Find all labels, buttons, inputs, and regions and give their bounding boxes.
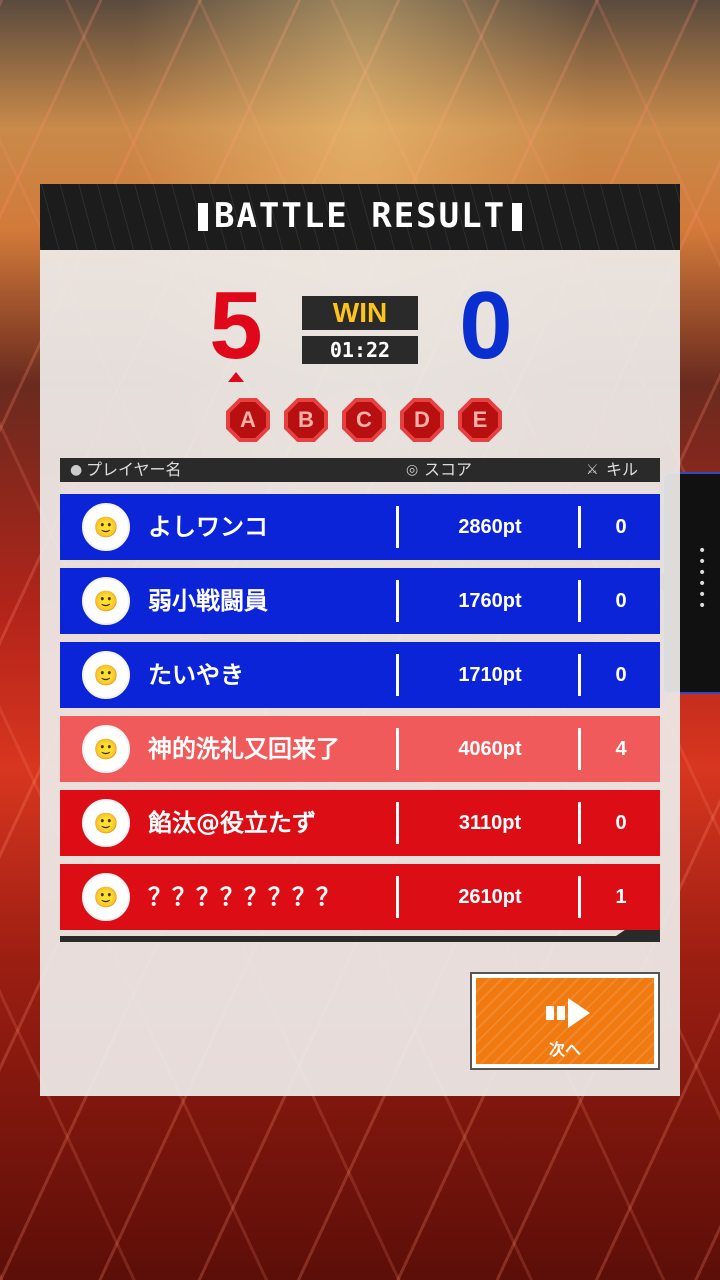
player-name: よしワンコ xyxy=(148,513,268,541)
avatar-icon: 🙂 xyxy=(82,651,130,699)
panel-title: BATTLE RESULT xyxy=(40,196,680,236)
column-player: プレイヤー名 xyxy=(86,460,182,479)
player-kills: 0 xyxy=(615,516,627,538)
badge-d: D xyxy=(400,398,444,442)
player-score: 3110pt xyxy=(458,812,522,834)
score-icon: ◎ xyxy=(406,462,419,478)
avatar-icon: 🙂 xyxy=(82,725,130,773)
point-badges: A B C D E xyxy=(226,398,502,442)
player-row[interactable]: 🙂 よしワンコ 2860pt 0 xyxy=(60,494,660,560)
column-header: ● プレイヤー名 ◎ スコア ⚔ キル xyxy=(60,458,660,482)
badge-c: C xyxy=(342,398,386,442)
player-kills: 0 xyxy=(615,664,627,686)
own-team-marker-icon xyxy=(228,372,244,382)
player-name: 弱小戦闘員 xyxy=(148,587,268,615)
person-icon: ● xyxy=(70,462,83,478)
player-kills: 0 xyxy=(615,590,627,612)
blue-team-score: 0 xyxy=(459,272,513,379)
match-time: 01:22 xyxy=(302,336,418,364)
panel-header: BATTLE RESULT xyxy=(40,184,680,250)
next-button[interactable]: 次へ xyxy=(470,972,660,1070)
player-name: 神的洗礼又回来了 xyxy=(148,735,340,763)
player-score: 1760pt xyxy=(458,590,522,612)
avatar-icon: 🙂 xyxy=(82,873,130,921)
player-kills: 0 xyxy=(615,812,627,834)
column-score: スコア xyxy=(424,460,473,479)
player-name: たいやき xyxy=(148,661,244,689)
player-row[interactable]: 🙂 たいやき 1710pt 0 xyxy=(60,642,660,708)
arrow-right-icon xyxy=(546,998,590,1028)
avatar-icon: 🙂 xyxy=(82,799,130,847)
player-score: 4060pt xyxy=(458,738,522,760)
kill-icon: ⚔ xyxy=(586,462,599,478)
next-button-label: 次へ xyxy=(548,1040,581,1059)
more-icon: • • • • • • xyxy=(698,543,707,614)
player-score: 1710pt xyxy=(458,664,522,686)
player-kills: 1 xyxy=(615,886,627,908)
avatar-icon: 🙂 xyxy=(82,577,130,625)
badge-e: E xyxy=(458,398,502,442)
player-name: 餡汰@役立たず xyxy=(148,809,316,837)
player-row[interactable]: 🙂 弱小戦闘員 1760pt 0 xyxy=(60,568,660,634)
player-score: 2860pt xyxy=(458,516,522,538)
battle-result-panel: BATTLE RESULT 5 WIN 01:22 0 A B C D E ● … xyxy=(40,184,680,1096)
player-row[interactable]: 🙂 餡汰@役立たず 3110pt 0 xyxy=(60,790,660,856)
column-kills: キル xyxy=(606,460,639,479)
badge-a: A xyxy=(226,398,270,442)
red-team-score: 5 xyxy=(209,272,263,379)
result-label: WIN xyxy=(302,296,418,330)
player-name: ？？？？？？？？ xyxy=(148,883,340,911)
player-kills: 4 xyxy=(615,738,627,760)
player-row[interactable]: 🙂 ？？？？？？？？ 2610pt 1 xyxy=(60,864,660,930)
divider xyxy=(60,936,660,942)
avatar-icon: 🙂 xyxy=(82,503,130,551)
player-row-self[interactable]: 🙂 神的洗礼又回来了 4060pt 4 xyxy=(60,716,660,782)
player-score: 2610pt xyxy=(458,886,522,908)
badge-b: B xyxy=(284,398,328,442)
